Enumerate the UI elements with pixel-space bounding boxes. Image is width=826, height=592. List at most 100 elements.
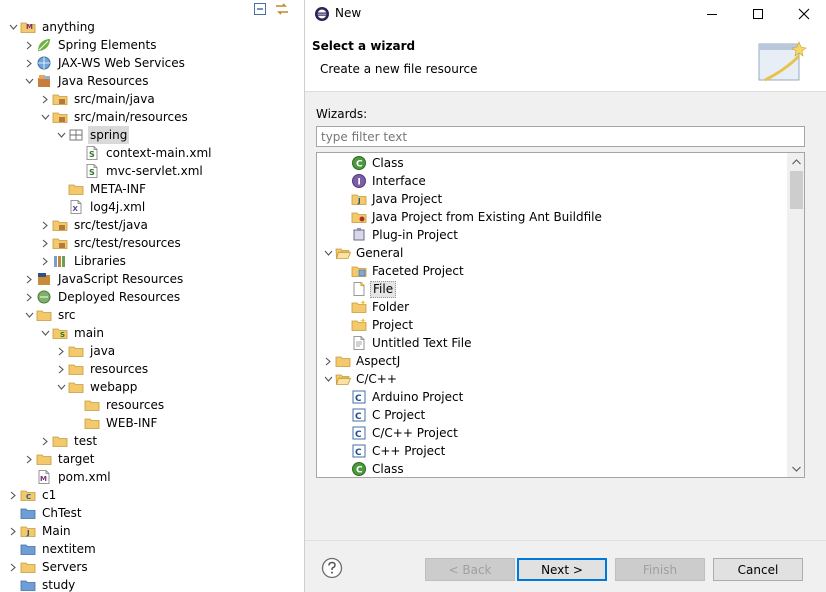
chevron-right-icon[interactable] bbox=[6, 522, 20, 540]
chevron-down-icon[interactable] bbox=[22, 72, 36, 90]
tree-item[interactable]: ChTest bbox=[0, 504, 304, 522]
chevron-right-icon[interactable] bbox=[38, 90, 52, 108]
cancel-button[interactable]: Cancel bbox=[713, 558, 803, 581]
tree-item[interactable]: resources bbox=[0, 360, 304, 378]
chevron-right-icon[interactable] bbox=[321, 352, 335, 370]
tree-item[interactable]: src/main/resources bbox=[0, 108, 304, 126]
wizard-item[interactable]: General bbox=[317, 244, 787, 262]
chevron-right-icon[interactable] bbox=[22, 36, 36, 54]
chevron-right-icon[interactable] bbox=[22, 288, 36, 306]
wizard-item[interactable]: File bbox=[317, 280, 787, 298]
wizard-item[interactable]: J Java Project bbox=[317, 190, 787, 208]
scroll-up-icon[interactable] bbox=[788, 153, 804, 170]
tree-item[interactable]: Xlog4j.xml bbox=[0, 198, 304, 216]
wizard-item[interactable]: AspectJ bbox=[317, 352, 787, 370]
tree-item[interactable]: Servers bbox=[0, 558, 304, 576]
close-button[interactable] bbox=[781, 0, 826, 28]
tree-item[interactable]: Smvc-servlet.xml bbox=[0, 162, 304, 180]
chevron-right-icon[interactable] bbox=[38, 234, 52, 252]
chevron-down-icon[interactable] bbox=[54, 378, 68, 396]
wizard-item[interactable]: Faceted Project bbox=[317, 262, 787, 280]
wizard-item[interactable]: C C Project bbox=[317, 406, 787, 424]
tree-item[interactable]: Smain bbox=[0, 324, 304, 342]
chevron-down-icon[interactable] bbox=[54, 126, 68, 144]
scrollbar-thumb[interactable] bbox=[790, 171, 803, 209]
tree-item[interactable]: J Main bbox=[0, 522, 304, 540]
c-project-icon: C bbox=[20, 487, 36, 503]
wizard-description: Create a new file resource bbox=[320, 62, 478, 76]
chevron-down-icon[interactable] bbox=[321, 370, 335, 388]
chevron-right-icon[interactable] bbox=[38, 216, 52, 234]
wizard-item[interactable]: Folder bbox=[317, 298, 787, 316]
tree-item[interactable]: study bbox=[0, 576, 304, 592]
wizard-heading: Select a wizard bbox=[312, 39, 416, 53]
folder-icon bbox=[68, 361, 84, 377]
back-button[interactable]: < Back bbox=[425, 558, 515, 581]
chevron-right-icon[interactable] bbox=[6, 558, 20, 576]
tree-item[interactable]: Spring Elements bbox=[0, 36, 304, 54]
chevron-right-icon[interactable] bbox=[22, 54, 36, 72]
folder-icon bbox=[52, 433, 68, 449]
scroll-down-icon[interactable] bbox=[788, 460, 804, 477]
tree-item[interactable]: JavaScript Resources bbox=[0, 270, 304, 288]
chevron-right-icon[interactable] bbox=[38, 252, 52, 270]
wizard-item[interactable]: C/C++ bbox=[317, 370, 787, 388]
tree-item[interactable]: Deployed Resources bbox=[0, 288, 304, 306]
tree-item[interactable]: src/main/java bbox=[0, 90, 304, 108]
tree-item[interactable]: src/test/java bbox=[0, 216, 304, 234]
collapse-all-icon[interactable] bbox=[252, 1, 268, 17]
tree-item[interactable]: nextitem bbox=[0, 540, 304, 558]
next-button[interactable]: Next > bbox=[517, 558, 607, 581]
tree-item[interactable]: src bbox=[0, 306, 304, 324]
tree-item[interactable]: java bbox=[0, 342, 304, 360]
chevron-right-icon[interactable] bbox=[54, 360, 68, 378]
tree-item[interactable]: test bbox=[0, 432, 304, 450]
tree-item[interactable]: spring bbox=[0, 126, 304, 144]
tree-item[interactable]: Manything bbox=[0, 18, 304, 36]
chevron-down-icon[interactable] bbox=[38, 324, 52, 342]
tree-item[interactable]: META-INF bbox=[0, 180, 304, 198]
tree-item[interactable]: src/test/resources bbox=[0, 234, 304, 252]
tree-item[interactable]: Mpom.xml bbox=[0, 468, 304, 486]
chevron-right-icon[interactable] bbox=[38, 432, 52, 450]
help-icon[interactable] bbox=[321, 557, 343, 579]
minimize-button[interactable] bbox=[689, 0, 735, 28]
tree-item[interactable]: Cc1 bbox=[0, 486, 304, 504]
wizard-item[interactable]: C Class bbox=[317, 460, 787, 477]
wizard-item[interactable]: C C++ Project bbox=[317, 442, 787, 460]
tree-item[interactable]: Libraries bbox=[0, 252, 304, 270]
chevron-down-icon[interactable] bbox=[6, 18, 20, 36]
tree-item-label: Servers bbox=[42, 560, 88, 574]
tree-item[interactable]: Scontext-main.xml bbox=[0, 144, 304, 162]
tree-item[interactable]: JAX-WS Web Services bbox=[0, 54, 304, 72]
new-wizard-banner-icon bbox=[755, 36, 807, 88]
tree-item[interactable]: target bbox=[0, 450, 304, 468]
link-with-editor-icon[interactable] bbox=[274, 1, 290, 17]
chevron-down-icon[interactable] bbox=[22, 306, 36, 324]
wizard-item[interactable]: Plug-in Project bbox=[317, 226, 787, 244]
chevron-right-icon[interactable] bbox=[22, 450, 36, 468]
wizard-list-scrollbar[interactable] bbox=[787, 153, 804, 477]
chevron-down-icon[interactable] bbox=[38, 108, 52, 126]
wizard-item[interactable]: Untitled Text File bbox=[317, 334, 787, 352]
wizard-item[interactable]: I Interface bbox=[317, 172, 787, 190]
finish-button[interactable]: Finish bbox=[615, 558, 705, 581]
tree-item-label: context-main.xml bbox=[106, 146, 212, 160]
wizard-filter-input[interactable] bbox=[316, 126, 805, 147]
tree-item[interactable]: webapp bbox=[0, 378, 304, 396]
chevron-right-icon[interactable] bbox=[6, 486, 20, 504]
maximize-button[interactable] bbox=[735, 0, 781, 28]
tree-item[interactable]: Java Resources bbox=[0, 72, 304, 90]
wizard-item[interactable]: C Arduino Project bbox=[317, 388, 787, 406]
wizard-item[interactable]: C C/C++ Project bbox=[317, 424, 787, 442]
tree-item[interactable]: WEB-INF bbox=[0, 414, 304, 432]
chevron-right-icon[interactable] bbox=[54, 342, 68, 360]
wizard-item[interactable]: Java Project from Existing Ant Buildfile bbox=[317, 208, 787, 226]
wizard-item[interactable]: Project bbox=[317, 316, 787, 334]
chevron-right-icon[interactable] bbox=[22, 270, 36, 288]
chevron-down-icon[interactable] bbox=[321, 244, 335, 262]
tree-item[interactable]: resources bbox=[0, 396, 304, 414]
wizard-item[interactable]: C Class bbox=[317, 154, 787, 172]
